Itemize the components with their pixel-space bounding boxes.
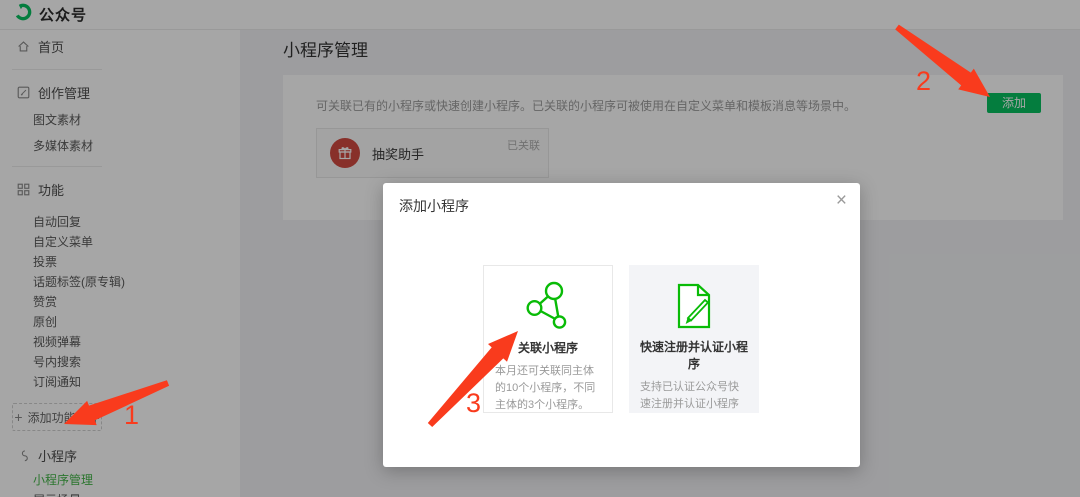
close-icon[interactable]: × — [836, 191, 847, 210]
wechat-official-account-admin: 公众号 首页 创作管理 图文素材 多媒体素材 功能 自动回复 自定义菜单 投票 … — [0, 0, 1080, 497]
option-description: 本月还可关联同主体的10个小程序，不同主体的3个小程序。 — [495, 365, 596, 412]
option-description: 支持已认证公众号快速注册并认证小程序 — [640, 381, 739, 411]
option-link-miniprogram[interactable]: 关联小程序 本月还可关联同主体的10个小程序，不同主体的3个小程序。 — [483, 265, 613, 413]
add-miniprogram-modal: 添加小程序 × 关联小程序 本月还可关联同主体的10个小程序，不同主体的3个小程… — [383, 183, 860, 467]
modal-title: 添加小程序 — [399, 198, 469, 214]
option-register-miniprogram[interactable]: 快速注册并认证小程序 支持已认证公众号快速注册并认证小程序 — [629, 265, 759, 413]
link-network-icon — [495, 278, 601, 336]
register-document-icon — [640, 277, 748, 335]
option-title: 关联小程序 — [517, 341, 578, 355]
option-title: 快速注册并认证小程序 — [640, 340, 749, 371]
